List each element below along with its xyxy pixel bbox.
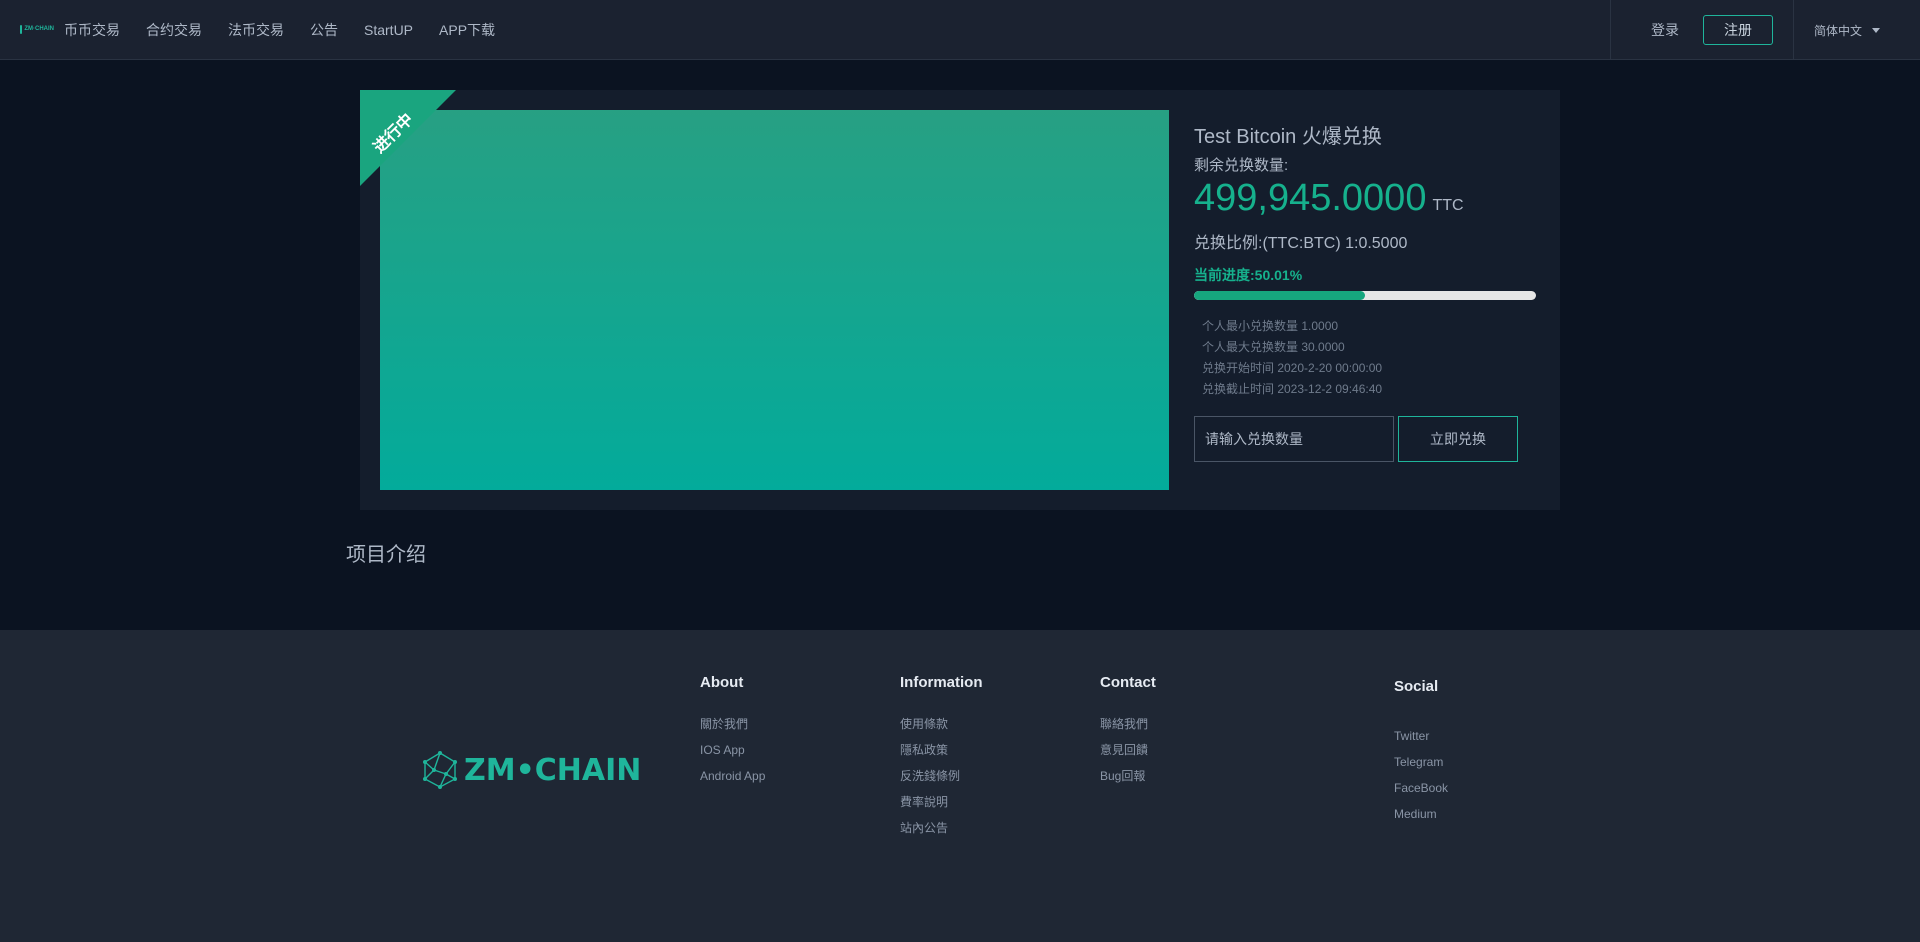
logo-mark-icon: [20, 24, 23, 34]
nav-item-spot-trading[interactable]: 币币交易: [64, 20, 120, 40]
remaining-unit: TTC: [1432, 197, 1464, 214]
footer-column-about: About 關於我們 IOS App Android App: [700, 674, 765, 789]
footer-link[interactable]: 站內公告: [900, 815, 983, 841]
footer-link-twitter[interactable]: Twitter: [1394, 723, 1448, 749]
footer-link[interactable]: 反洗錢條例: [900, 763, 983, 789]
status-ribbon: 进行中: [360, 90, 456, 186]
footer-link[interactable]: IOS App: [700, 737, 765, 763]
footer-link-facebook[interactable]: FaceBook: [1394, 775, 1448, 801]
nav-item-startup[interactable]: StartUP: [364, 22, 413, 38]
footer-link[interactable]: Android App: [700, 763, 765, 789]
login-link[interactable]: 登录: [1651, 20, 1679, 40]
remaining-amount: 499,945.0000: [1194, 177, 1427, 219]
top-header: ZM·CHAIN 币币交易 合约交易 法币交易 公告 StartUP APP下载…: [0, 0, 1920, 60]
detail-max-amount: 个人最大兑换数量 30.0000: [1202, 340, 1345, 354]
footer-logo: ZM•CHAIN: [420, 750, 641, 790]
footer-logo-text: ZM•CHAIN: [464, 752, 642, 788]
footer-link[interactable]: 關於我們: [700, 711, 765, 737]
detail-end-time: 兑换截止时间 2023-12-2 09:46:40: [1202, 382, 1383, 396]
exchange-ratio: 兑换比例:(TTC:BTC) 1:0.5000: [1194, 235, 1408, 252]
footer-heading-social: Social: [1394, 678, 1439, 695]
footer-link[interactable]: 聯絡我們: [1100, 711, 1156, 737]
progress-bar-fill: [1194, 291, 1366, 300]
exchange-details: 个人最小兑换数量 1.0000 个人最大兑换数量 30.0000 兑换开始时间 …: [1194, 316, 1539, 400]
footer-link[interactable]: Bug回報: [1100, 763, 1156, 789]
footer-column-social: Social Twitter Telegram FaceBook Medium: [1394, 678, 1448, 827]
detail-min-amount: 个人最小兑换数量 1.0000: [1202, 319, 1339, 333]
project-card: 进行中 Test Bitcoin 火爆兑换 剩余兑换数量: 499,945.00…: [360, 90, 1560, 510]
footer-heading-about: About: [700, 674, 744, 691]
exchange-now-button[interactable]: 立即兑换: [1398, 416, 1518, 462]
language-selector[interactable]: 简体中文: [1794, 22, 1920, 39]
footer-link-telegram[interactable]: Telegram: [1394, 749, 1448, 775]
progress-label: 当前进度:50.01%: [1194, 267, 1303, 283]
progress-bar: [1194, 291, 1536, 300]
nav-item-app-download[interactable]: APP下载: [439, 20, 495, 40]
footer-link[interactable]: 意見回饋: [1100, 737, 1156, 763]
footer-link[interactable]: 使用條款: [900, 711, 983, 737]
project-title: Test Bitcoin 火爆兑换: [1194, 126, 1382, 148]
language-label: 简体中文: [1813, 23, 1862, 38]
detail-start-time: 兑换开始时间 2020-2-20 00:00:00: [1202, 361, 1383, 375]
nav-item-contract-trading[interactable]: 合约交易: [146, 20, 202, 40]
header-divider: [1609, 0, 1611, 60]
remaining-amount-row: 499,945.0000 TTC: [1194, 177, 1539, 219]
exchange-amount-input[interactable]: [1194, 416, 1394, 462]
remaining-label: 剩余兑换数量:: [1194, 157, 1289, 174]
footer-link[interactable]: 隱私政策: [900, 737, 983, 763]
register-button[interactable]: 注册: [1702, 15, 1773, 45]
network-logo-icon: [423, 751, 457, 789]
footer-heading-information: Information: [900, 674, 983, 691]
footer-column-contact: Contact 聯絡我們 意見回饋 Bug回報: [1100, 674, 1156, 789]
footer-link-medium[interactable]: Medium: [1394, 801, 1448, 827]
footer: ZM•CHAIN About 關於我們 IOS App Android App …: [0, 630, 1920, 942]
project-info: Test Bitcoin 火爆兑换 剩余兑换数量: 499,945.0000 T…: [1194, 120, 1539, 462]
footer-link[interactable]: 費率說明: [900, 789, 983, 815]
header-actions: 登录 注册 简体中文: [1609, 0, 1920, 60]
header-logo-text: ZM·CHAIN: [24, 26, 54, 32]
project-banner-image: [380, 110, 1169, 490]
nav-item-announcements[interactable]: 公告: [310, 20, 338, 40]
project-intro-title: 项目介绍: [346, 544, 426, 566]
exchange-form: 立即兑换: [1194, 416, 1539, 462]
footer-column-information: Information 使用條款 隱私政策 反洗錢條例 費率說明 站內公告: [900, 674, 983, 841]
header-logo[interactable]: ZM·CHAIN: [20, 24, 54, 34]
main-nav: 币币交易 合约交易 法币交易 公告 StartUP APP下载: [64, 0, 495, 60]
nav-item-fiat-trading[interactable]: 法币交易: [228, 20, 284, 40]
chevron-down-icon: [1872, 27, 1880, 33]
footer-heading-contact: Contact: [1100, 674, 1156, 691]
